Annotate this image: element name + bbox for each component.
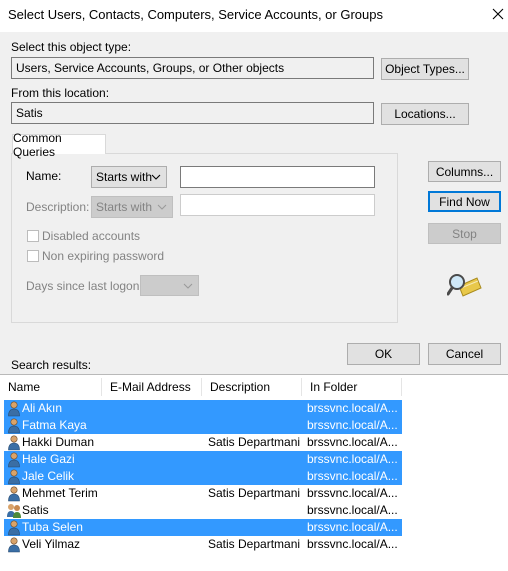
close-button[interactable] <box>488 2 508 26</box>
chevron-down-icon <box>157 204 167 210</box>
column-header-name[interactable]: Name <box>0 378 102 396</box>
name-cell: Hakki Duman <box>22 435 95 449</box>
cancel-button[interactable]: Cancel <box>428 343 501 365</box>
tab-common-queries[interactable]: Common Queries <box>12 131 106 159</box>
name-label: Name: <box>26 169 62 183</box>
days-since-logon-select[interactable] <box>140 275 199 296</box>
table-row[interactable]: Veli Yilmaz Satis Departmani brssvnc.local… <box>4 536 402 553</box>
user-icon <box>6 451 22 468</box>
find-now-button[interactable]: Find Now <box>428 191 501 212</box>
object-types-button[interactable]: Object Types... <box>381 58 469 80</box>
non-expiring-label: Non expiring password <box>42 249 165 263</box>
description-label: Description: <box>26 200 90 214</box>
name-cell: Tuba Selen <box>22 520 83 534</box>
folder-cell: brssvnc.local/A... <box>307 469 398 483</box>
name-cell: Ali Akın <box>22 401 63 415</box>
table-row[interactable]: Tuba Selen brssvnc.local/A... <box>4 519 402 536</box>
column-header-email[interactable]: E-Mail Address <box>102 378 202 396</box>
user-icon <box>6 519 22 536</box>
locations-button[interactable]: Locations... <box>381 103 469 125</box>
location-field: Satis <box>11 102 374 124</box>
close-icon <box>492 8 504 20</box>
name-cell: Hale Gazi <box>22 452 75 466</box>
description-input[interactable] <box>180 194 375 216</box>
name-cell: Fatma Kaya <box>22 418 87 432</box>
description-cell: Satis Departmani <box>208 435 301 449</box>
stop-button[interactable]: Stop <box>428 223 501 244</box>
user-icon <box>6 434 22 451</box>
user-icon <box>6 536 22 553</box>
description-cell: Satis Departmani <box>208 486 301 500</box>
column-header-folder[interactable]: In Folder <box>302 378 402 396</box>
folder-cell: brssvnc.local/A... <box>307 435 398 449</box>
description-cell: Satis Departmani <box>208 537 301 551</box>
name-mode-value: Starts with <box>96 170 153 184</box>
object-type-label: Select this object type: <box>11 40 132 54</box>
name-cell: Satis <box>22 503 49 517</box>
description-mode-select[interactable]: Starts with <box>91 196 173 218</box>
search-results-label: Search results: <box>11 358 92 372</box>
folder-cell: brssvnc.local/A... <box>307 401 398 415</box>
columns-button[interactable]: Columns... <box>428 161 501 182</box>
user-icon <box>6 417 22 434</box>
folder-cell: brssvnc.local/A... <box>307 503 398 517</box>
search-icon <box>446 272 483 298</box>
folder-cell: brssvnc.local/A... <box>307 520 398 534</box>
description-mode-value: Starts with <box>96 200 153 214</box>
name-mode-select[interactable]: Starts with <box>91 166 167 188</box>
group-icon <box>6 502 22 519</box>
user-icon <box>6 485 22 502</box>
table-row[interactable]: Jale Celik brssvnc.local/A... <box>4 468 402 485</box>
folder-cell: brssvnc.local/A... <box>307 452 398 466</box>
user-icon <box>6 468 22 485</box>
table-row[interactable]: Satis brssvnc.local/A... <box>4 502 402 519</box>
chevron-down-icon <box>183 283 193 289</box>
location-label: From this location: <box>11 86 110 100</box>
ok-button[interactable]: OK <box>347 343 420 365</box>
days-since-logon-label: Days since last logon: <box>26 279 143 293</box>
name-cell: Jale Celik <box>22 469 75 483</box>
table-row[interactable]: Hakki Duman Satis Departmani brssvnc.local… <box>4 434 402 451</box>
table-row[interactable]: Ali Akın brssvnc.local/A... <box>4 400 402 417</box>
disabled-accounts-label: Disabled accounts <box>42 229 141 243</box>
object-type-field: Users, Service Accounts, Groups, or Othe… <box>11 57 374 79</box>
table-row[interactable]: Hale Gazi brssvnc.local/A... <box>4 451 402 468</box>
disabled-accounts-checkbox[interactable] <box>27 230 39 242</box>
window-title: Select Users, Contacts, Computers, Servi… <box>8 7 383 22</box>
folder-cell: brssvnc.local/A... <box>307 418 398 432</box>
non-expiring-checkbox[interactable] <box>27 250 39 262</box>
name-cell: Mehmet Terim <box>22 486 98 500</box>
chevron-down-icon <box>151 174 161 180</box>
column-header-description[interactable]: Description <box>202 378 302 396</box>
name-input[interactable] <box>180 166 375 188</box>
user-icon <box>6 400 22 417</box>
name-cell: Veli Yilmaz <box>22 537 81 551</box>
folder-cell: brssvnc.local/A... <box>307 486 398 500</box>
table-row[interactable]: Fatma Kaya brssvnc.local/A... <box>4 417 402 434</box>
folder-cell: brssvnc.local/A... <box>307 537 398 551</box>
table-row[interactable]: Mehmet Terim Satis Departmani brssvnc.loca… <box>4 485 402 502</box>
